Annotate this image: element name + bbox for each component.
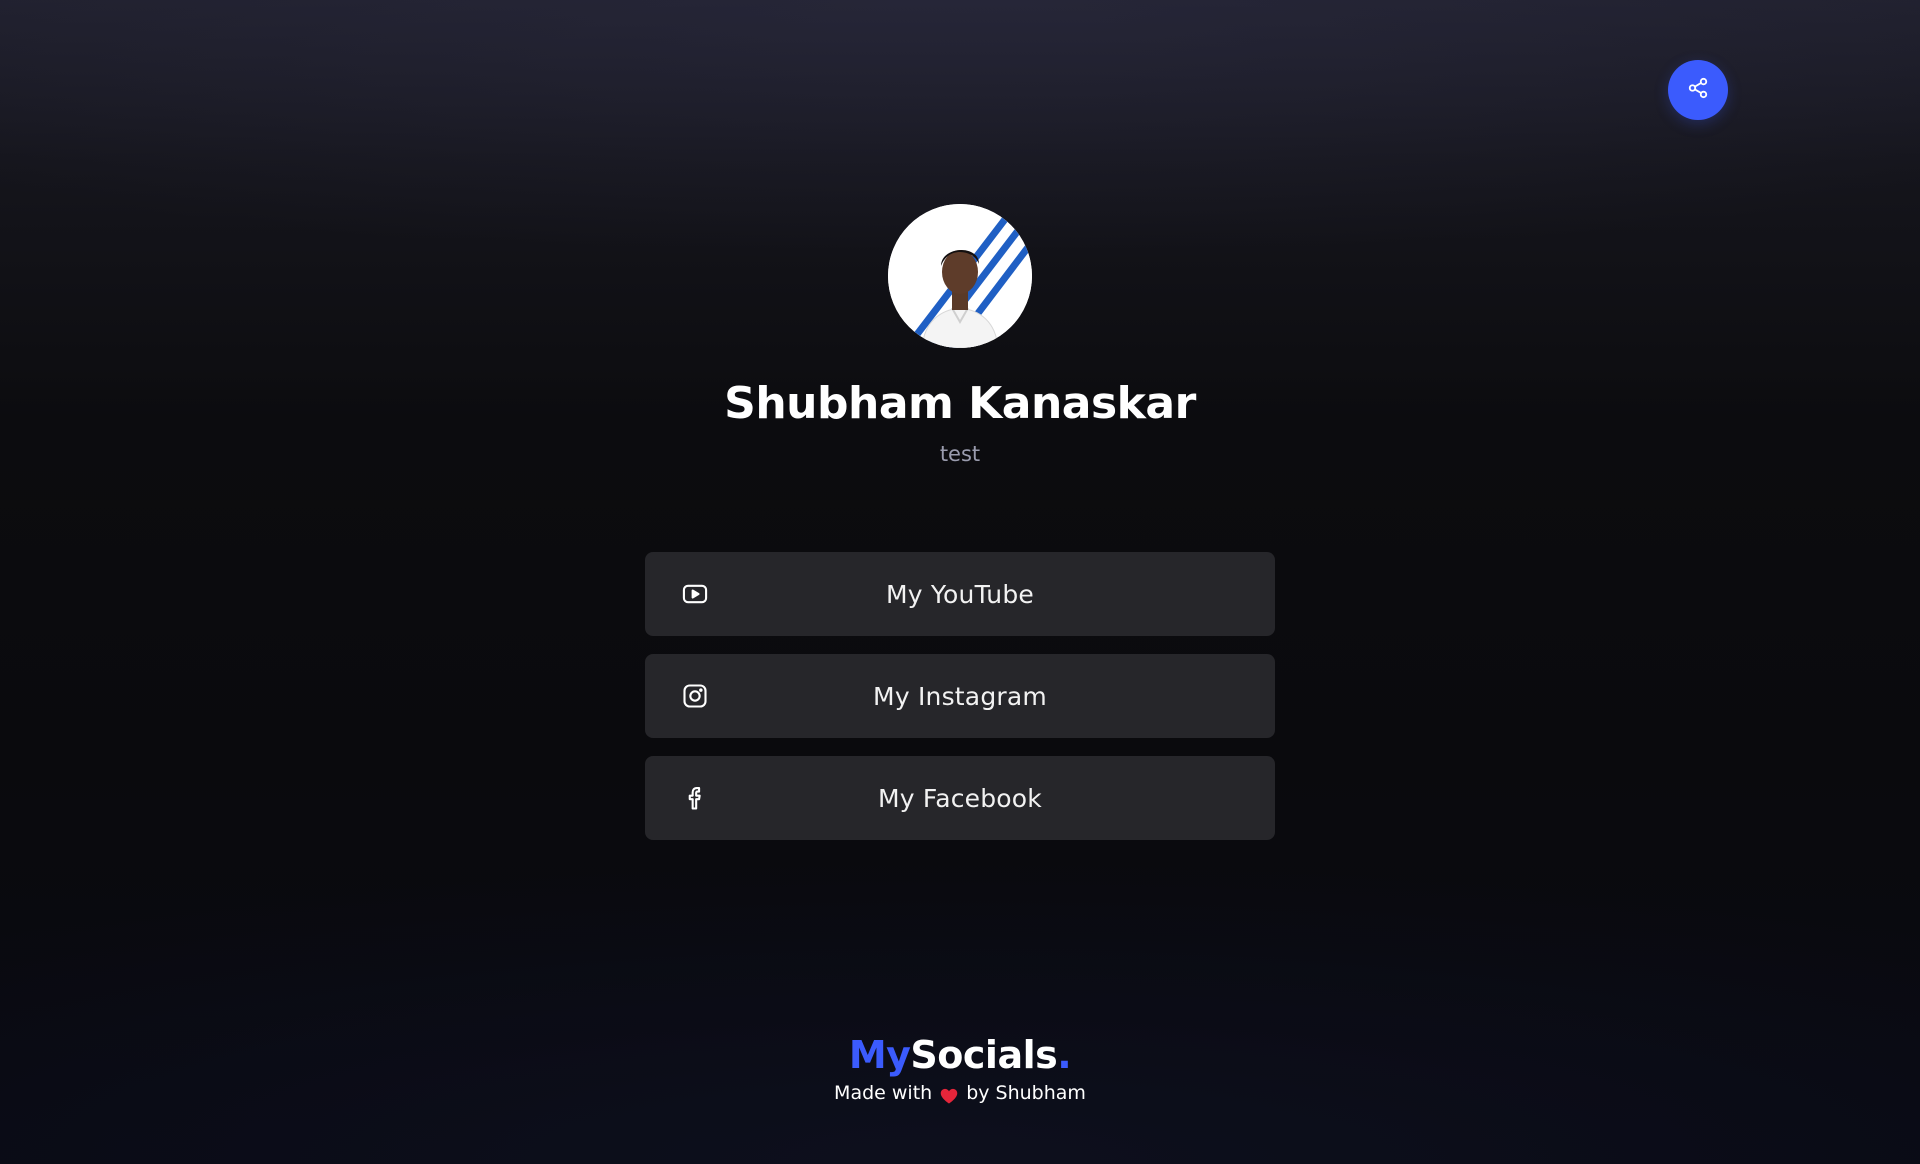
heart-icon (940, 1085, 958, 1104)
brand-logo[interactable]: MySocials. (848, 1030, 1072, 1080)
facebook-icon (681, 784, 709, 812)
profile-name: Shubham Kanaskar (724, 378, 1196, 429)
link-label: My YouTube (886, 579, 1034, 609)
avatar (888, 204, 1032, 348)
youtube-link-button[interactable]: My YouTube (645, 552, 1275, 636)
brand-socials: Socials (910, 1033, 1058, 1077)
profile-section: Shubham Kanaskar test (0, 204, 1920, 468)
brand-my: My (848, 1033, 911, 1077)
share-icon (1687, 77, 1709, 103)
instagram-link-button[interactable]: My Instagram (645, 654, 1275, 738)
link-label: My Facebook (878, 783, 1042, 813)
credit-prefix: Made with (834, 1082, 933, 1104)
facebook-link-button[interactable]: My Facebook (645, 756, 1275, 840)
link-label: My Instagram (873, 681, 1047, 711)
credit-suffix: by Shubham (966, 1082, 1086, 1104)
instagram-icon (681, 682, 709, 710)
brand-dot: . (1057, 1033, 1072, 1077)
footer: MySocials. Made with by Shubham (0, 1030, 1920, 1106)
links-list: My YouTube My Instagram My Facebook (645, 552, 1275, 840)
footer-credit: Made with by Shubham (834, 1080, 1086, 1106)
share-button[interactable] (1668, 60, 1728, 120)
youtube-icon (681, 580, 709, 608)
profile-bio: test (939, 442, 981, 466)
